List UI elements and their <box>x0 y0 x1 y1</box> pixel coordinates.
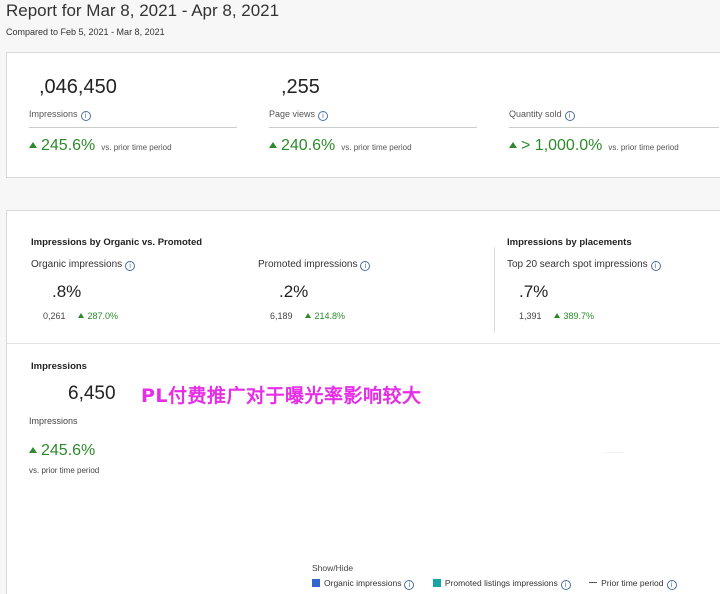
top20-count-row: 1,391 389.7% <box>519 311 595 321</box>
legend-swatch <box>432 579 441 587</box>
chart-legend: Organic impressions i Promoted listings i… <box>312 578 677 590</box>
info-icon[interactable]: i <box>360 261 371 271</box>
metric-change: > 1,000.0% vs. prior time period <box>509 137 679 155</box>
info-icon[interactable]: i <box>80 111 91 121</box>
up-arrow-icon <box>509 142 517 148</box>
info-icon[interactable]: i <box>404 580 415 590</box>
impressions-change: 245.6% <box>29 442 95 460</box>
top20-share: .7% <box>519 282 549 301</box>
divider <box>29 127 237 128</box>
up-arrow-icon <box>553 313 560 318</box>
report-title: Report for Mar 8, 2021 - Apr 8, 2021 <box>6 1 280 20</box>
vertical-divider <box>494 247 495 333</box>
metric-value: ,046,450 <box>39 76 117 98</box>
up-arrow-icon <box>29 447 37 453</box>
divider <box>509 127 719 128</box>
chart-trace <box>604 452 624 453</box>
up-arrow-icon <box>77 313 84 318</box>
legend-promoted[interactable]: Promoted listings impressions i <box>432 578 571 590</box>
section-heading-organic-promoted: Impressions by Organic vs. Promoted <box>31 237 203 248</box>
legend-title: Show/Hide <box>312 563 354 573</box>
annotation-text: PL付费推广对于曝光率影响较大 <box>141 385 422 407</box>
info-icon[interactable]: i <box>560 580 571 590</box>
metric-value: ,255 <box>281 76 320 98</box>
impressions-value: 6,450 <box>68 383 116 404</box>
organic-count-row: 0,261 287.0% <box>43 311 119 321</box>
metric-change: 240.6% vs. prior time period <box>269 137 412 155</box>
horizontal-divider <box>7 343 720 344</box>
impressions-heading: Impressions <box>31 361 87 372</box>
legend-prior[interactable]: Prior time period i <box>589 578 677 590</box>
impressions-vs: vs. prior time period <box>29 466 100 475</box>
legend-dash <box>589 582 598 583</box>
up-arrow-icon <box>269 142 277 148</box>
promoted-impressions-label: Promoted impressions i <box>258 259 371 271</box>
organic-share: .8% <box>52 282 82 301</box>
top20-impressions-label: Top 20 search spot impressions i <box>507 259 661 271</box>
up-arrow-icon <box>29 142 37 148</box>
info-icon[interactable]: i <box>650 261 661 271</box>
info-icon[interactable]: i <box>564 111 575 121</box>
info-icon[interactable]: i <box>666 580 677 590</box>
legend-swatch <box>312 579 320 587</box>
promoted-count-row: 6,189 214.8% <box>270 311 346 321</box>
metric-label: Quantity sold i <box>509 109 575 121</box>
organic-impressions-label: Organic impressions i <box>31 259 136 271</box>
summary-card: ,046,450 Impressions i 245.6% vs. prior ti… <box>6 52 720 178</box>
promoted-share: .2% <box>279 282 309 301</box>
comparison-range: Compared to Feb 5, 2021 - Mar 8, 2021 <box>6 27 165 37</box>
metric-change: 245.6% vs. prior time period <box>29 137 172 155</box>
impressions-label: Impressions <box>29 416 78 426</box>
legend-organic[interactable]: Organic impressions i <box>312 578 415 590</box>
info-icon[interactable]: i <box>318 111 329 121</box>
up-arrow-icon <box>304 313 311 318</box>
section-heading-placements: Impressions by placements <box>507 237 632 248</box>
info-icon[interactable]: i <box>125 261 136 271</box>
divider <box>269 127 477 128</box>
metric-label: Impressions i <box>29 109 91 121</box>
metric-label: Page views i <box>269 109 329 121</box>
